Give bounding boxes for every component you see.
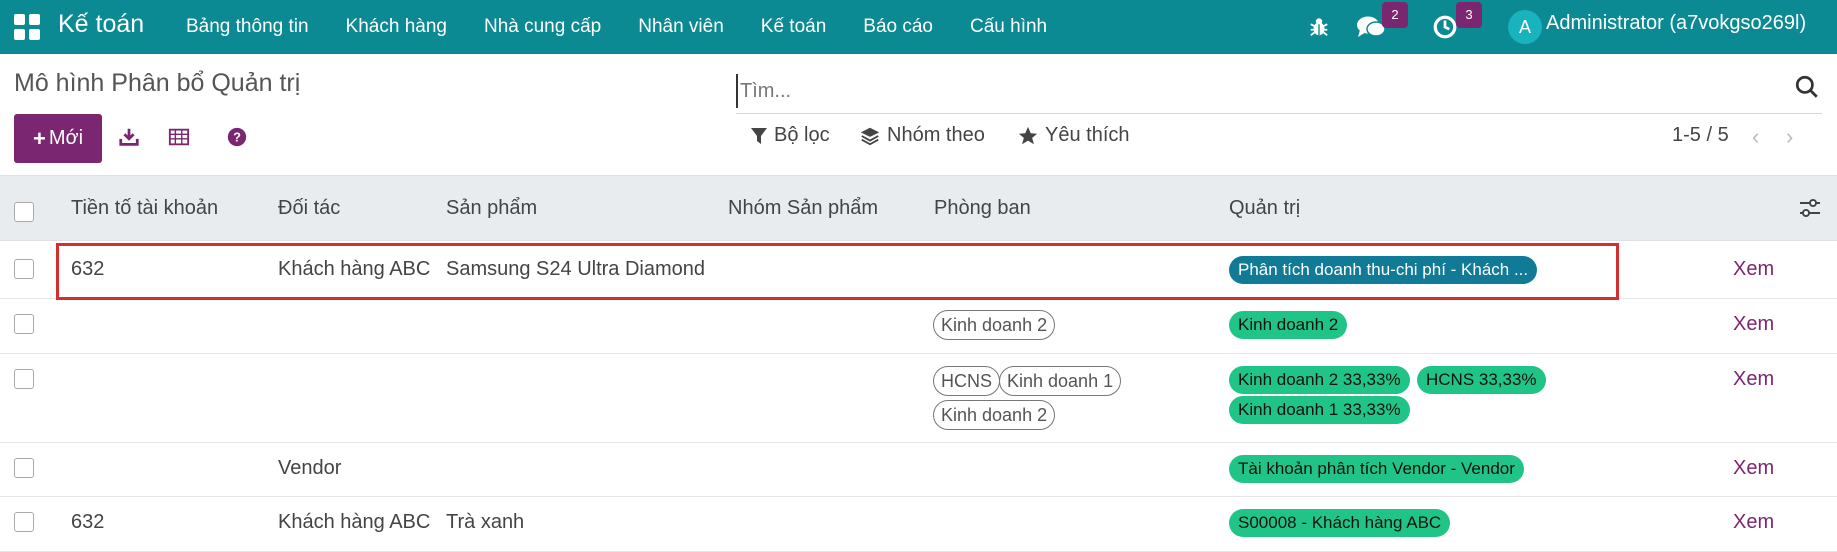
row-checkbox[interactable] (14, 314, 34, 334)
table-header: Tiền tố tài khoản Đối tác Sản phẩm Nhóm … (0, 175, 1837, 241)
department-tag: Kinh doanh 1 (999, 366, 1122, 396)
column-settings-icon[interactable] (1798, 196, 1824, 222)
group-by-button[interactable]: Nhóm theo (859, 124, 985, 147)
page-title: Mô hình Phân bổ Quản trị (14, 69, 301, 97)
analytic-tag: Tài khoản phân tích Vendor - Vendor (1229, 455, 1524, 483)
user-name[interactable]: Administrator (a7vokgso269l) (1546, 12, 1806, 35)
column-product-category[interactable]: Nhóm Sản phẩm (728, 197, 878, 220)
highlight-box (56, 243, 1619, 300)
analytic-tag: Kinh doanh 2 33,33% (1229, 366, 1410, 394)
chevron-left-icon[interactable]: ‹ (1752, 124, 1759, 150)
view-link[interactable]: Xem (1733, 313, 1774, 336)
analytic-tag: S00008 - Khách hàng ABC (1229, 509, 1451, 537)
partner-cell: Vendor (278, 457, 342, 479)
new-button[interactable]: + Mới (14, 114, 102, 163)
top-navbar: Kế toán Bảng thông tin Khách hàng Nhà cu… (0, 0, 1837, 54)
department-tag: Kinh doanh 2 (933, 400, 1056, 430)
department-tag: Kinh doanh 2 (933, 310, 1056, 340)
pager-value[interactable]: 1-5 / 5 (1672, 124, 1729, 147)
table-row[interactable]: HCNS Kinh doanh 1 Kinh doanh 2 Kinh doan… (0, 354, 1837, 443)
spreadsheet-icon[interactable] (168, 126, 192, 150)
menu-employees[interactable]: Nhân viên (638, 16, 724, 38)
row-checkbox[interactable] (14, 369, 34, 389)
account-prefix-cell: 632 (71, 511, 105, 533)
search-input[interactable] (736, 74, 1776, 108)
column-department[interactable]: Phòng ban (934, 197, 1031, 220)
favorites-label: Yêu thích (1045, 124, 1130, 146)
row-checkbox[interactable] (14, 512, 34, 532)
star-icon (1018, 126, 1038, 144)
column-partner[interactable]: Đối tác (278, 197, 340, 220)
view-link[interactable]: Xem (1733, 258, 1774, 281)
table-row[interactable]: Kinh doanh 2 Kinh doanh 2 Xem (0, 299, 1837, 354)
app-name[interactable]: Kế toán (58, 10, 144, 39)
plus-icon: + (32, 125, 46, 151)
analytic-tag: Kinh doanh 1 33,33% (1229, 396, 1410, 424)
select-all-checkbox[interactable] (14, 202, 34, 222)
filter-button[interactable]: Bộ lọc (750, 124, 830, 147)
favorites-button[interactable]: Yêu thích (1017, 124, 1130, 147)
bug-icon[interactable] (1308, 0, 1330, 54)
activities-badge: 3 (1456, 2, 1482, 28)
layers-icon (860, 127, 880, 145)
download-icon[interactable] (118, 126, 142, 150)
column-product[interactable]: Sản phẩm (446, 197, 537, 220)
svg-text:?: ? (233, 130, 241, 145)
apps-grid-icon[interactable] (14, 14, 40, 40)
main-menu: Bảng thông tin Khách hàng Nhà cung cấp N… (186, 0, 1084, 54)
filter-label: Bộ lọc (774, 124, 830, 146)
search-bar (736, 70, 1822, 114)
view-link[interactable]: Xem (1733, 457, 1774, 480)
help-icon[interactable]: ? (226, 126, 250, 150)
messages-badge: 2 (1382, 2, 1408, 28)
table-row[interactable]: 632 Khách hàng ABC Trà xanh S00008 - Khá… (0, 497, 1837, 552)
row-checkbox[interactable] (14, 458, 34, 478)
column-account-prefix[interactable]: Tiền tố tài khoản (71, 197, 218, 220)
view-link[interactable]: Xem (1733, 368, 1774, 391)
partner-cell: Khách hàng ABC (278, 511, 431, 533)
view-link[interactable]: Xem (1733, 511, 1774, 534)
product-cell: Trà xanh (446, 511, 525, 533)
menu-reports[interactable]: Báo cáo (863, 16, 933, 38)
analytic-tag: HCNS 33,33% (1417, 366, 1546, 394)
search-icon[interactable] (1794, 74, 1822, 102)
menu-dashboard[interactable]: Bảng thông tin (186, 16, 309, 38)
menu-configuration[interactable]: Cấu hình (970, 16, 1047, 38)
group-by-label: Nhóm theo (887, 124, 985, 146)
column-analytic[interactable]: Quản trị (1229, 197, 1300, 220)
menu-vendors[interactable]: Nhà cung cấp (484, 16, 601, 38)
clock-icon[interactable] (1432, 0, 1458, 54)
menu-customers[interactable]: Khách hàng (346, 16, 447, 38)
filter-icon (751, 127, 767, 144)
row-checkbox[interactable] (14, 259, 34, 279)
analytic-tag: Kinh doanh 2 (1229, 311, 1348, 339)
chevron-right-icon[interactable]: › (1786, 124, 1793, 150)
menu-accounting[interactable]: Kế toán (761, 16, 827, 38)
new-button-label: Mới (48, 127, 84, 149)
department-tag: HCNS (933, 366, 1001, 396)
avatar[interactable]: A (1508, 10, 1542, 44)
table-row[interactable]: Vendor Tài khoản phân tích Vendor - Vend… (0, 443, 1837, 497)
